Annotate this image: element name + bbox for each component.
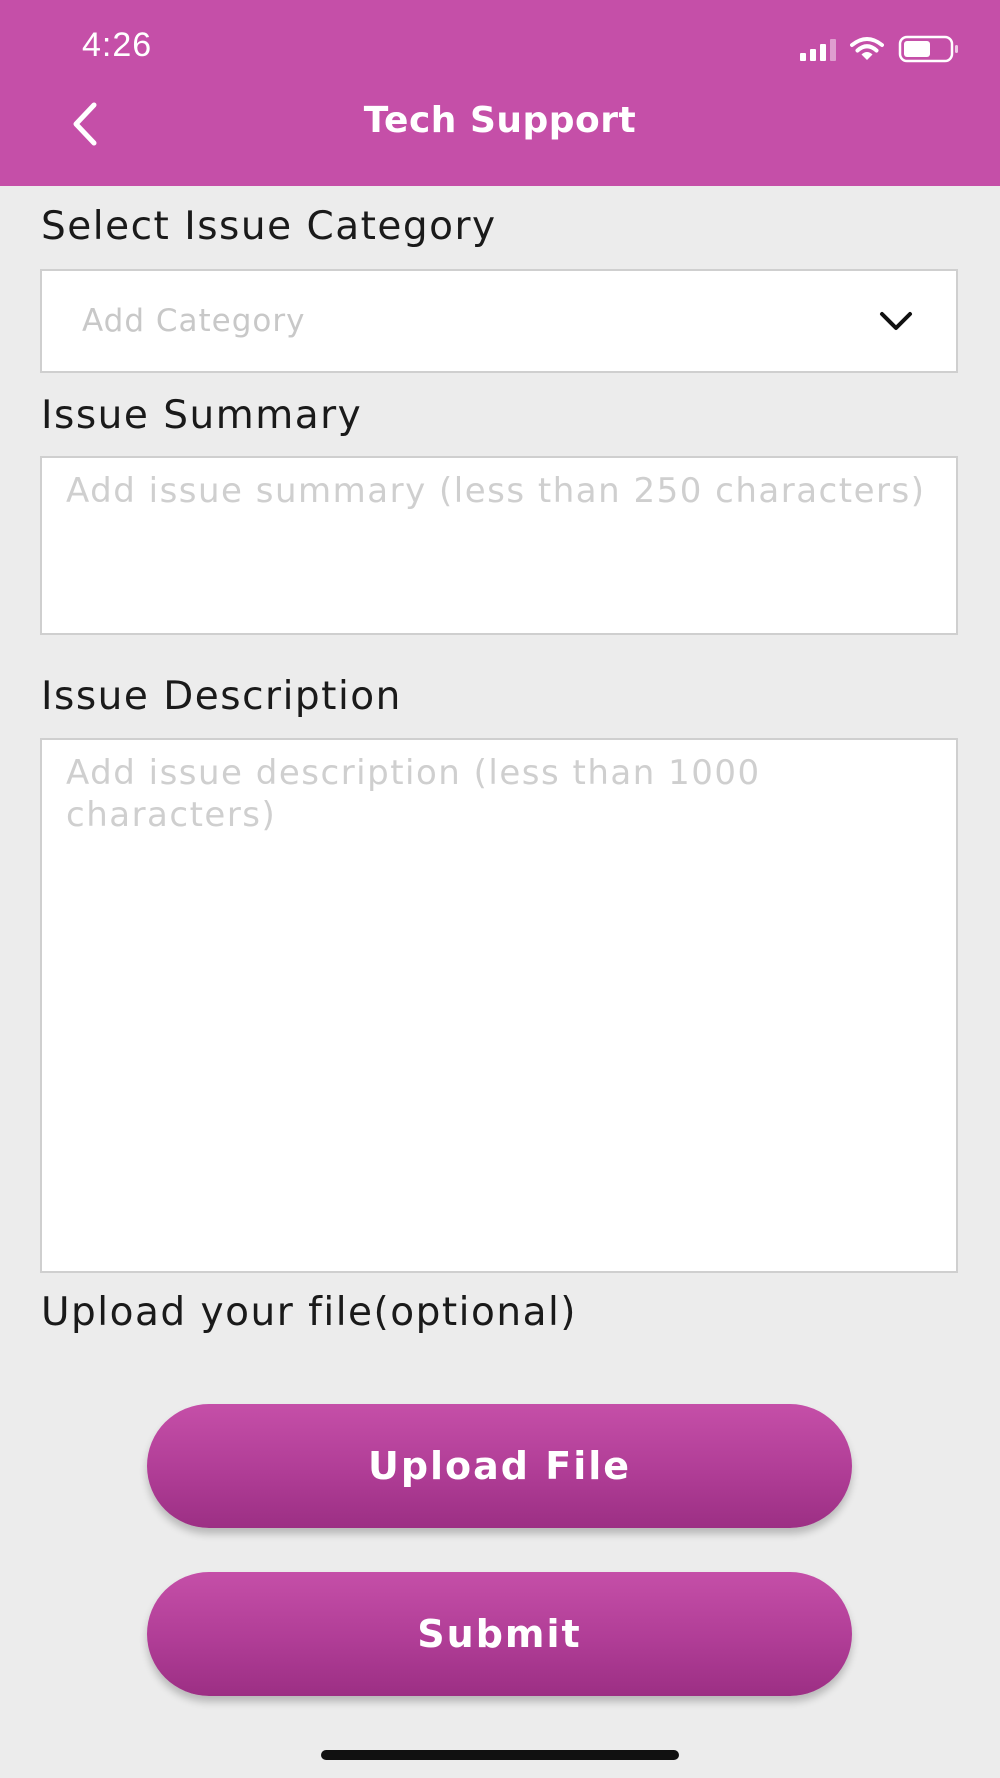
upload-file-button[interactable]: Upload File bbox=[147, 1404, 852, 1528]
wifi-icon bbox=[850, 37, 884, 60]
description-label: Issue Description bbox=[41, 674, 402, 719]
battery-icon bbox=[898, 35, 958, 63]
home-indicator[interactable] bbox=[321, 1750, 679, 1760]
category-placeholder: Add Category bbox=[82, 303, 306, 339]
category-label: Select Issue Category bbox=[41, 204, 497, 249]
summary-input[interactable] bbox=[40, 456, 958, 635]
chevron-down-icon bbox=[880, 312, 912, 330]
status-time: 4:26 bbox=[82, 26, 153, 64]
category-select[interactable]: Add Category bbox=[40, 269, 958, 373]
status-icons bbox=[800, 34, 960, 64]
description-input[interactable] bbox=[40, 738, 958, 1273]
app-header: 4:26 Tech Support bbox=[0, 0, 1000, 186]
tech-support-screen: 4:26 Tech Support Select Issue Category bbox=[0, 0, 1000, 1778]
submit-button[interactable]: Submit bbox=[147, 1572, 852, 1696]
cellular-signal-icon bbox=[800, 37, 836, 61]
upload-label: Upload your file(optional) bbox=[41, 1290, 578, 1335]
page-title: Tech Support bbox=[363, 100, 637, 141]
summary-label: Issue Summary bbox=[41, 393, 363, 438]
